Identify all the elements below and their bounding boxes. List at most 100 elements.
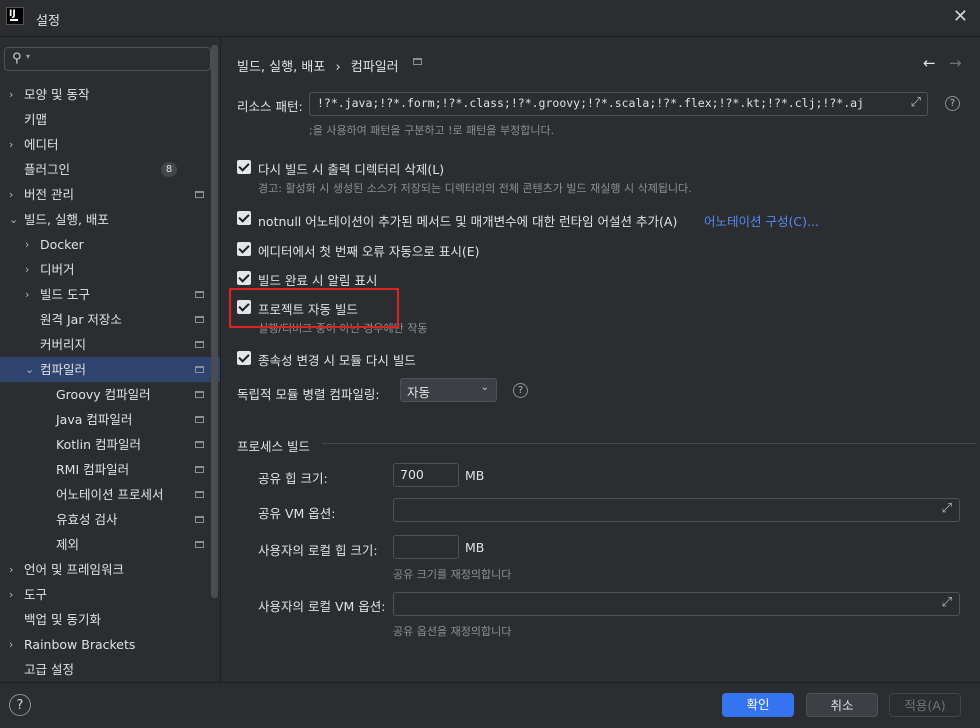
sidebar-item-kotlin-compiler[interactable]: Kotlin 컴파일러 bbox=[0, 432, 210, 457]
sidebar-item-label: 커버리지 bbox=[40, 337, 87, 352]
clear-output-hint: 경고: 활성화 시 생성된 소스가 저장되는 디렉터리의 전체 콘텐츠가 빌드 … bbox=[258, 182, 692, 195]
sidebar-item-keymap[interactable]: 키맵 bbox=[0, 107, 210, 132]
divider bbox=[0, 682, 980, 683]
chevron-down-icon: ⌄ bbox=[480, 382, 489, 393]
sidebar-item-groovy-compiler[interactable]: Groovy 컴파일러 bbox=[0, 382, 210, 407]
sidebar-item-label: 빌드 도구 bbox=[40, 287, 90, 302]
sidebar-item-coverage[interactable]: 커버리지 bbox=[0, 332, 210, 357]
parallel-compile-value: 자동 bbox=[407, 385, 431, 400]
clear-output-label: 다시 빌드 시 출력 디렉터리 삭제(L) bbox=[258, 162, 445, 177]
sidebar-item-excludes[interactable]: 제외 bbox=[0, 532, 210, 557]
parallel-compile-select[interactable]: 자동 ⌄ bbox=[400, 378, 497, 402]
sidebar-item-advanced[interactable]: 고급 설정 bbox=[0, 657, 210, 682]
sidebar-item-tools[interactable]: › 도구 bbox=[0, 582, 210, 607]
user-vm-input[interactable]: ⤢ bbox=[393, 592, 960, 616]
sidebar-item-validation[interactable]: 유효성 검사 bbox=[0, 507, 210, 532]
apply-button[interactable]: 적용(A) bbox=[889, 693, 961, 717]
sidebar-item-build-tools[interactable]: › 빌드 도구 bbox=[0, 282, 210, 307]
project-scope-icon bbox=[195, 516, 204, 523]
sidebar-item-label: Kotlin 컴파일러 bbox=[56, 437, 141, 452]
highlight-box bbox=[229, 288, 399, 328]
sidebar-item-docker[interactable]: › Docker bbox=[0, 232, 210, 257]
chevron-down-icon: ⌄ bbox=[9, 213, 19, 226]
notnull-assertions-label: notnull 어노테이션이 추가된 메서드 및 매개변수에 대한 런타임 어설… bbox=[258, 214, 678, 229]
resource-patterns-field[interactable]: !?*.java;!?*.form;!?*.class;!?*.groovy;!… bbox=[309, 92, 928, 116]
back-arrow-icon[interactable]: ← bbox=[923, 54, 936, 72]
divider bbox=[220, 37, 221, 682]
sidebar-item-label: 컴파일러 bbox=[40, 362, 87, 377]
rebuild-on-dependency-label: 종속성 변경 시 모듈 다시 빌드 bbox=[258, 353, 416, 368]
configure-annotations-link[interactable]: 어노테이션 구성(C)... bbox=[704, 211, 819, 230]
sidebar-item-compiler[interactable]: ⌄ 컴파일러 bbox=[0, 357, 220, 382]
window-title: 설정 bbox=[36, 14, 60, 29]
forward-arrow-icon[interactable]: → bbox=[949, 54, 962, 72]
chevron-down-icon[interactable]: ▾ bbox=[26, 52, 30, 61]
sidebar-item-label: 고급 설정 bbox=[24, 662, 74, 677]
project-scope-icon bbox=[195, 191, 204, 198]
project-scope-icon bbox=[195, 541, 204, 548]
chevron-right-icon: › bbox=[9, 563, 14, 576]
sidebar-item-label: Docker bbox=[40, 237, 84, 252]
chevron-down-icon: ⌄ bbox=[25, 363, 35, 376]
user-vm-hint: 공유 옵션을 재정의합니다 bbox=[393, 625, 512, 638]
project-scope-icon bbox=[195, 366, 204, 373]
sidebar-item-label: Java 컴파일러 bbox=[56, 412, 133, 427]
sidebar-item-build[interactable]: ⌄ 빌드, 실행, 배포 bbox=[0, 207, 210, 232]
project-scope-icon bbox=[195, 316, 204, 323]
sidebar-item-editor[interactable]: › 에디터 bbox=[0, 132, 210, 157]
project-scope-icon bbox=[195, 291, 204, 298]
build-notification-checkbox[interactable] bbox=[237, 271, 251, 285]
rebuild-on-dependency-checkbox[interactable] bbox=[237, 351, 251, 365]
sidebar-item-label: 도구 bbox=[24, 587, 48, 602]
title-bar bbox=[0, 0, 980, 36]
shared-heap-input[interactable]: 700 bbox=[393, 463, 459, 487]
show-first-error-checkbox[interactable] bbox=[237, 242, 251, 256]
project-scope-icon bbox=[195, 391, 204, 398]
user-heap-label: 사용자의 로컬 힙 크기: bbox=[258, 543, 378, 558]
user-heap-hint: 공유 크기를 재정의합니다 bbox=[393, 568, 512, 581]
user-heap-input[interactable] bbox=[393, 535, 459, 559]
clear-output-checkbox[interactable] bbox=[237, 160, 251, 174]
chevron-right-icon: › bbox=[9, 588, 14, 601]
project-scope-icon bbox=[195, 491, 204, 498]
help-icon[interactable]: ? bbox=[945, 96, 960, 111]
sidebar-item-label: 버전 관리 bbox=[24, 187, 74, 202]
sidebar-item-rmi-compiler[interactable]: RMI 컴파일러 bbox=[0, 457, 210, 482]
chevron-right-icon: › bbox=[25, 288, 30, 301]
chevron-right-icon: › bbox=[25, 238, 30, 251]
sidebar-item-java-compiler[interactable]: Java 컴파일러 bbox=[0, 407, 210, 432]
cancel-button[interactable]: 취소 bbox=[806, 693, 878, 717]
sidebar-item-label: 키맵 bbox=[24, 112, 48, 127]
ok-button[interactable]: 확인 bbox=[722, 693, 794, 717]
expand-icon[interactable]: ⤢ bbox=[911, 95, 921, 110]
sidebar-item-label: 원격 Jar 저장소 bbox=[40, 312, 122, 327]
sidebar-item-plugins[interactable]: 플러그인 8 bbox=[0, 157, 210, 182]
sidebar-item-label: 백업 및 동기화 bbox=[24, 612, 101, 627]
chevron-right-icon: › bbox=[25, 263, 30, 276]
sidebar-scrollbar[interactable] bbox=[211, 45, 218, 598]
help-icon[interactable]: ? bbox=[513, 383, 528, 398]
sidebar-item-annotation-processors[interactable]: 어노테이션 프로세서 bbox=[0, 482, 210, 507]
expand-icon[interactable]: ⤢ bbox=[942, 595, 952, 610]
project-scope-icon bbox=[413, 58, 422, 65]
expand-icon[interactable]: ⤢ bbox=[942, 501, 952, 516]
breadcrumb-parent[interactable]: 빌드, 실행, 배포 bbox=[237, 60, 325, 75]
sidebar-item-backup-sync[interactable]: 백업 및 동기화 bbox=[0, 607, 210, 632]
shared-heap-value: 700 bbox=[400, 467, 424, 482]
search-input[interactable]: ⚲ ▾ bbox=[4, 47, 211, 71]
chevron-right-icon: › bbox=[9, 138, 14, 151]
close-icon[interactable]: ✕ bbox=[953, 6, 968, 27]
user-heap-unit: MB bbox=[465, 540, 485, 555]
shared-heap-unit: MB bbox=[465, 468, 485, 483]
notnull-assertions-checkbox[interactable] bbox=[237, 211, 251, 225]
project-scope-icon bbox=[195, 416, 204, 423]
shared-vm-input[interactable]: ⤢ bbox=[393, 498, 960, 522]
sidebar-item-remote-jar[interactable]: 원격 Jar 저장소 bbox=[0, 307, 210, 332]
sidebar-item-rainbow-brackets[interactable]: › Rainbow Brackets bbox=[0, 632, 210, 657]
sidebar-item-vcs[interactable]: › 버전 관리 bbox=[0, 182, 210, 207]
sidebar-item-languages[interactable]: › 언어 및 프레임워크 bbox=[0, 557, 210, 582]
sidebar-item-label: 모양 및 동작 bbox=[24, 87, 90, 102]
sidebar-item-appearance[interactable]: › 모양 및 동작 bbox=[0, 82, 210, 107]
sidebar-item-debugger[interactable]: › 디버거 bbox=[0, 257, 210, 282]
help-button[interactable]: ? bbox=[9, 694, 31, 716]
